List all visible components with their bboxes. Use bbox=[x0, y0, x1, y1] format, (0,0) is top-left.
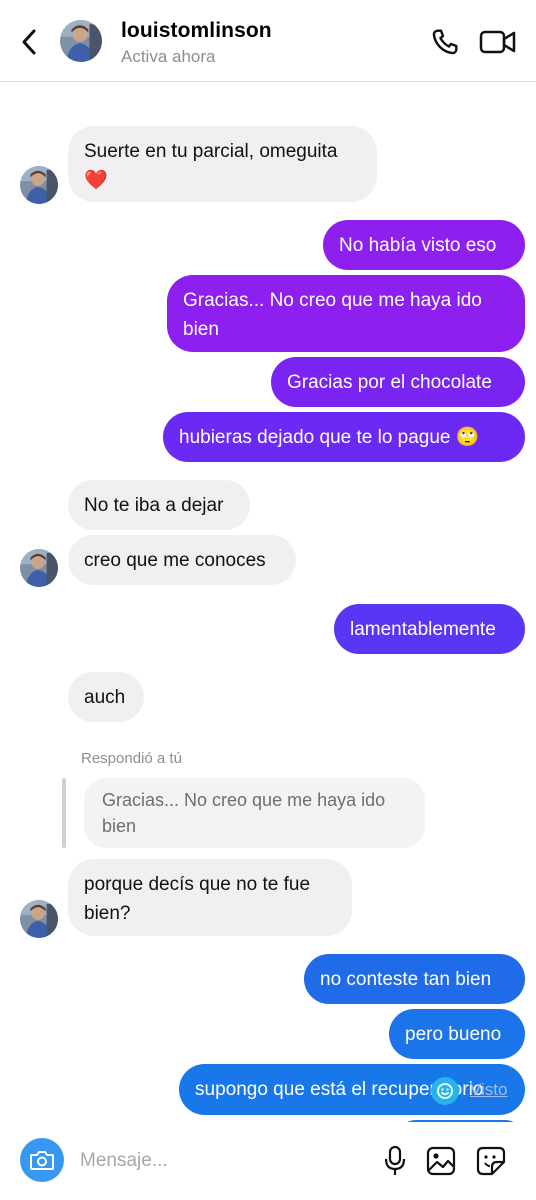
audio-call-button[interactable] bbox=[427, 24, 463, 60]
voice-message-button[interactable] bbox=[378, 1143, 412, 1179]
message-composer bbox=[0, 1122, 536, 1200]
video-call-button[interactable] bbox=[478, 24, 518, 60]
message-received[interactable]: auch bbox=[68, 672, 144, 722]
sticker-icon bbox=[476, 1146, 506, 1176]
video-camera-icon bbox=[479, 30, 516, 54]
sticker-button[interactable] bbox=[474, 1144, 508, 1178]
camera-icon bbox=[30, 1151, 54, 1170]
chat-header: louistomlinson Activa ahora bbox=[0, 0, 536, 82]
gallery-button[interactable] bbox=[424, 1144, 458, 1178]
message-sent[interactable]: Gracias por el chocolate bbox=[271, 357, 525, 407]
message-received[interactable]: porque decís que no te fue bien? bbox=[68, 859, 352, 936]
message-sent[interactable]: No había visto eso bbox=[323, 220, 525, 270]
back-button[interactable] bbox=[14, 26, 44, 58]
message-sent[interactable]: Gracias... No creo que me haya ido bien bbox=[167, 275, 525, 352]
reply-label: Respondió a tú bbox=[81, 750, 182, 767]
message-sent[interactable]: lamentablemente bbox=[334, 604, 525, 654]
seen-indicator: Visto bbox=[470, 1080, 508, 1099]
microphone-icon bbox=[384, 1145, 406, 1175]
message-received[interactable]: creo que me conoces bbox=[68, 535, 296, 585]
camera-button[interactable] bbox=[20, 1138, 64, 1182]
contact-status: Activa ahora bbox=[121, 47, 216, 66]
quoted-message[interactable]: Gracias... No creo que me haya ido bien bbox=[84, 778, 425, 848]
sender-avatar[interactable] bbox=[20, 900, 58, 938]
message-sent[interactable]: pero bueno bbox=[389, 1009, 525, 1059]
message-sent[interactable]: hubieras dejado que te lo pague 🙄 bbox=[163, 412, 525, 462]
emoji-react-icon[interactable] bbox=[431, 1077, 459, 1105]
message-sent[interactable]: no conteste tan bien bbox=[304, 954, 525, 1004]
chat-screen: louistomlinson Activa ahora Suerte en tu… bbox=[0, 0, 536, 1200]
contact-avatar[interactable] bbox=[60, 20, 102, 62]
sender-avatar[interactable] bbox=[20, 549, 58, 587]
reply-indicator bbox=[62, 778, 66, 848]
chevron-left-icon bbox=[22, 29, 36, 55]
phone-icon bbox=[432, 29, 458, 55]
message-received[interactable]: No te iba a dejar bbox=[68, 480, 250, 530]
contact-name[interactable]: louistomlinson bbox=[121, 19, 272, 43]
message-input[interactable] bbox=[80, 1144, 360, 1178]
image-icon bbox=[426, 1146, 456, 1176]
sender-avatar[interactable] bbox=[20, 166, 58, 204]
message-received[interactable]: Suerte en tu parcial, omeguita ❤️ bbox=[68, 126, 377, 202]
